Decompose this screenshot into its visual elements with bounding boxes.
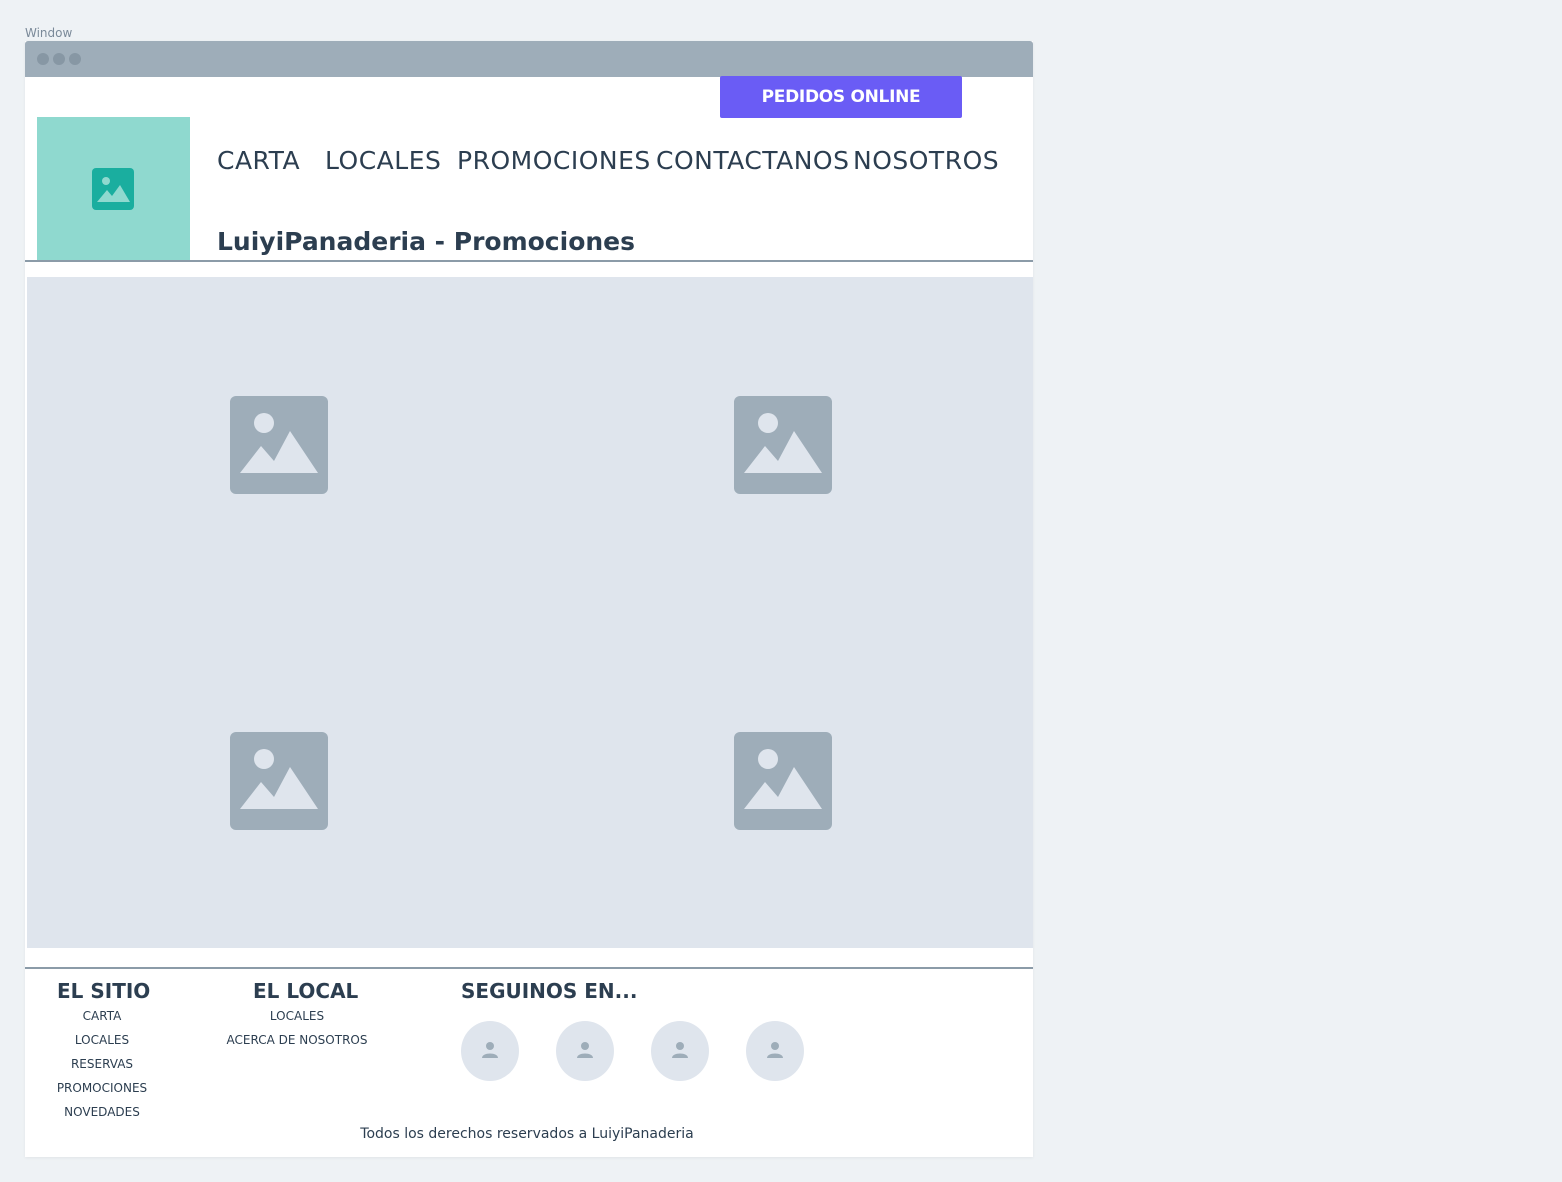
footer-link-carta[interactable]: CARTA bbox=[52, 1009, 152, 1023]
copyright-text: Todos los derechos reservados a LuiyiPan… bbox=[360, 1126, 694, 1142]
promotions-area bbox=[27, 277, 1033, 948]
page-title: LuiyiPanaderia - Promociones bbox=[217, 227, 636, 256]
user-icon bbox=[482, 1042, 498, 1058]
nav-item-promociones[interactable]: PROMOCIONES bbox=[457, 146, 651, 175]
browser-window: PEDIDOS ONLINE CARTA LOCALES PROMOCIONES… bbox=[25, 41, 1033, 1157]
user-icon bbox=[767, 1042, 783, 1058]
footer-link-reservas[interactable]: RESERVAS bbox=[52, 1057, 152, 1071]
image-placeholder-icon[interactable] bbox=[230, 732, 328, 830]
image-icon bbox=[92, 168, 134, 210]
footer-heading-site: EL SITIO bbox=[57, 979, 151, 1003]
site-logo[interactable] bbox=[37, 117, 190, 260]
window-maximize-dot[interactable] bbox=[69, 53, 81, 65]
footer-link-promociones[interactable]: PROMOCIONES bbox=[52, 1081, 152, 1095]
footer-divider bbox=[25, 967, 1033, 969]
footer-link-local-locales[interactable]: LOCALES bbox=[217, 1009, 377, 1023]
online-orders-button[interactable]: PEDIDOS ONLINE bbox=[720, 76, 962, 118]
footer-heading-local: EL LOCAL bbox=[253, 979, 359, 1003]
window-close-dot[interactable] bbox=[37, 53, 49, 65]
social-link-2[interactable] bbox=[556, 1021, 614, 1081]
image-placeholder-icon[interactable] bbox=[734, 396, 832, 494]
window-label: Window bbox=[25, 26, 73, 40]
window-minimize-dot[interactable] bbox=[53, 53, 65, 65]
header-divider bbox=[25, 260, 1033, 262]
user-icon bbox=[577, 1042, 593, 1058]
nav-item-nosotros[interactable]: NOSOTROS bbox=[853, 146, 999, 175]
nav-item-contactanos[interactable]: CONTACTANOS bbox=[656, 146, 849, 175]
window-titlebar[interactable] bbox=[25, 41, 1033, 77]
image-placeholder-icon[interactable] bbox=[734, 732, 832, 830]
footer-link-novedades[interactable]: NOVEDADES bbox=[52, 1105, 152, 1119]
social-link-3[interactable] bbox=[651, 1021, 709, 1081]
social-link-1[interactable] bbox=[461, 1021, 519, 1081]
nav-item-carta[interactable]: CARTA bbox=[217, 146, 300, 175]
image-placeholder-icon[interactable] bbox=[230, 396, 328, 494]
footer-heading-social: SEGUINOS EN... bbox=[461, 979, 638, 1003]
footer-link-about[interactable]: ACERCA DE NOSOTROS bbox=[217, 1033, 377, 1047]
user-icon bbox=[672, 1042, 688, 1058]
footer-link-locales[interactable]: LOCALES bbox=[52, 1033, 152, 1047]
social-link-4[interactable] bbox=[746, 1021, 804, 1081]
nav-item-locales[interactable]: LOCALES bbox=[325, 146, 441, 175]
